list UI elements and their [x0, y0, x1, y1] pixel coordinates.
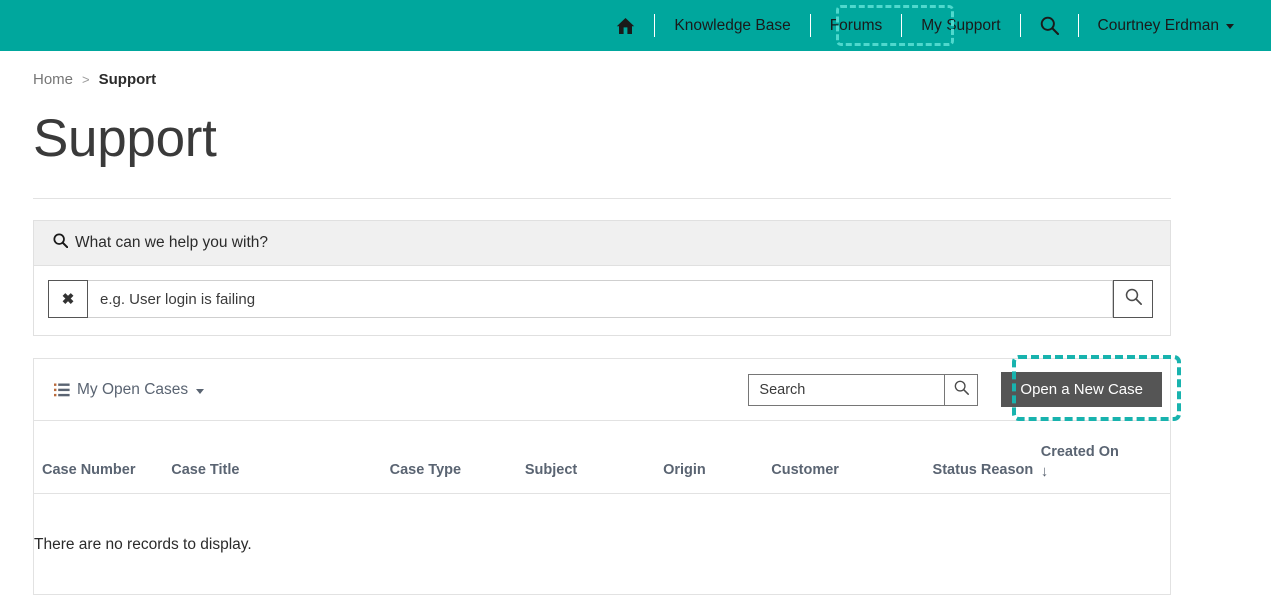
column-header-status-reason[interactable]: Status Reason [932, 421, 1041, 494]
nav-label-forums: Forums [829, 16, 883, 34]
search-icon [53, 233, 69, 253]
no-records-cell: There are no records to display. [34, 493, 1170, 594]
column-header-subject[interactable]: Subject [524, 421, 664, 494]
breadcrumb-separator: > [82, 72, 90, 87]
column-label: Case Number [42, 462, 136, 479]
page-title: Support [33, 109, 217, 168]
search-icon [1125, 288, 1142, 310]
cases-table-body: There are no records to display. [34, 493, 1170, 594]
user-menu[interactable]: Courtney Erdman [1079, 0, 1253, 51]
column-header-customer[interactable]: Customer [771, 421, 933, 494]
cases-panel: My Open Cases Open a New Case [33, 355, 1181, 595]
cases-search-button[interactable] [945, 373, 979, 406]
close-icon: ✖ [61, 291, 75, 309]
cases-header-row: Case Number Case Title Case Type Subject… [34, 421, 1170, 494]
cases-empty-row: There are no records to display. [34, 493, 1170, 594]
column-header-case-title[interactable]: Case Title [171, 421, 390, 494]
nav-item-my-support[interactable]: My Support [902, 0, 1019, 51]
help-search-panel: What can we help you with? ✖ [33, 220, 1171, 337]
home-icon [616, 17, 635, 35]
cases-view-selector[interactable]: My Open Cases [54, 380, 205, 399]
cases-table: Case Number Case Title Case Type Subject… [34, 421, 1170, 594]
help-search-heading: What can we help you with? [75, 234, 268, 252]
cases-toolbar-right: Open a New Case [748, 372, 1162, 408]
nav-items: Knowledge Base Forums My Support Courtne… [597, 0, 1253, 51]
column-label: Case Title [171, 462, 240, 479]
column-header-case-type[interactable]: Case Type [389, 421, 525, 494]
column-label: Customer [771, 462, 839, 479]
help-search-submit-button[interactable] [1113, 280, 1153, 319]
column-label: Created On [1040, 444, 1119, 461]
help-search-body: ✖ [34, 266, 1170, 335]
page-content: Home > Support Support What can we help … [0, 72, 1271, 595]
breadcrumb: Home > Support [33, 72, 1271, 87]
open-new-case-button[interactable]: Open a New Case [1001, 372, 1162, 408]
user-menu-label: Courtney Erdman [1097, 16, 1219, 34]
no-records-message: There are no records to display. [34, 535, 252, 553]
column-label: Origin [663, 462, 706, 479]
column-label: Subject [524, 462, 578, 479]
cases-table-header: Case Number Case Title Case Type Subject… [34, 421, 1170, 494]
column-header-case-number[interactable]: Case Number [34, 421, 172, 494]
cases-toolbar: My Open Cases Open a New Case [34, 359, 1170, 422]
nav-item-knowledge-base[interactable]: Knowledge Base [655, 0, 809, 51]
home-link[interactable] [597, 0, 654, 51]
breadcrumb-current: Support [98, 71, 157, 88]
column-label: Case Type [389, 462, 462, 479]
cases-view-label: My Open Cases [77, 380, 189, 398]
chevron-down-icon [196, 389, 205, 395]
search-icon [954, 380, 969, 400]
nav-item-forums[interactable]: Forums [811, 0, 902, 51]
list-icon [54, 383, 70, 397]
help-search-header: What can we help you with? [34, 221, 1170, 267]
sort-descending-icon: ↓ [1040, 462, 1049, 480]
breadcrumb-home-link[interactable]: Home [33, 72, 73, 87]
column-label: Status Reason [932, 462, 1034, 479]
search-icon [1040, 16, 1059, 35]
nav-search-button[interactable] [1021, 0, 1078, 51]
clear-search-button[interactable]: ✖ [48, 280, 88, 319]
cases-search-input[interactable] [748, 373, 946, 406]
help-search-input[interactable] [88, 280, 1113, 319]
column-header-origin[interactable]: Origin [663, 421, 772, 494]
nav-label-knowledge-base: Knowledge Base [674, 16, 791, 34]
column-header-created-on[interactable]: Created On ↓ [1040, 421, 1170, 494]
chevron-down-icon [1226, 24, 1234, 29]
nav-label-my-support: My Support [921, 16, 1001, 34]
top-navigation-bar: Knowledge Base Forums My Support Courtne… [0, 0, 1271, 51]
title-divider [33, 198, 1171, 200]
